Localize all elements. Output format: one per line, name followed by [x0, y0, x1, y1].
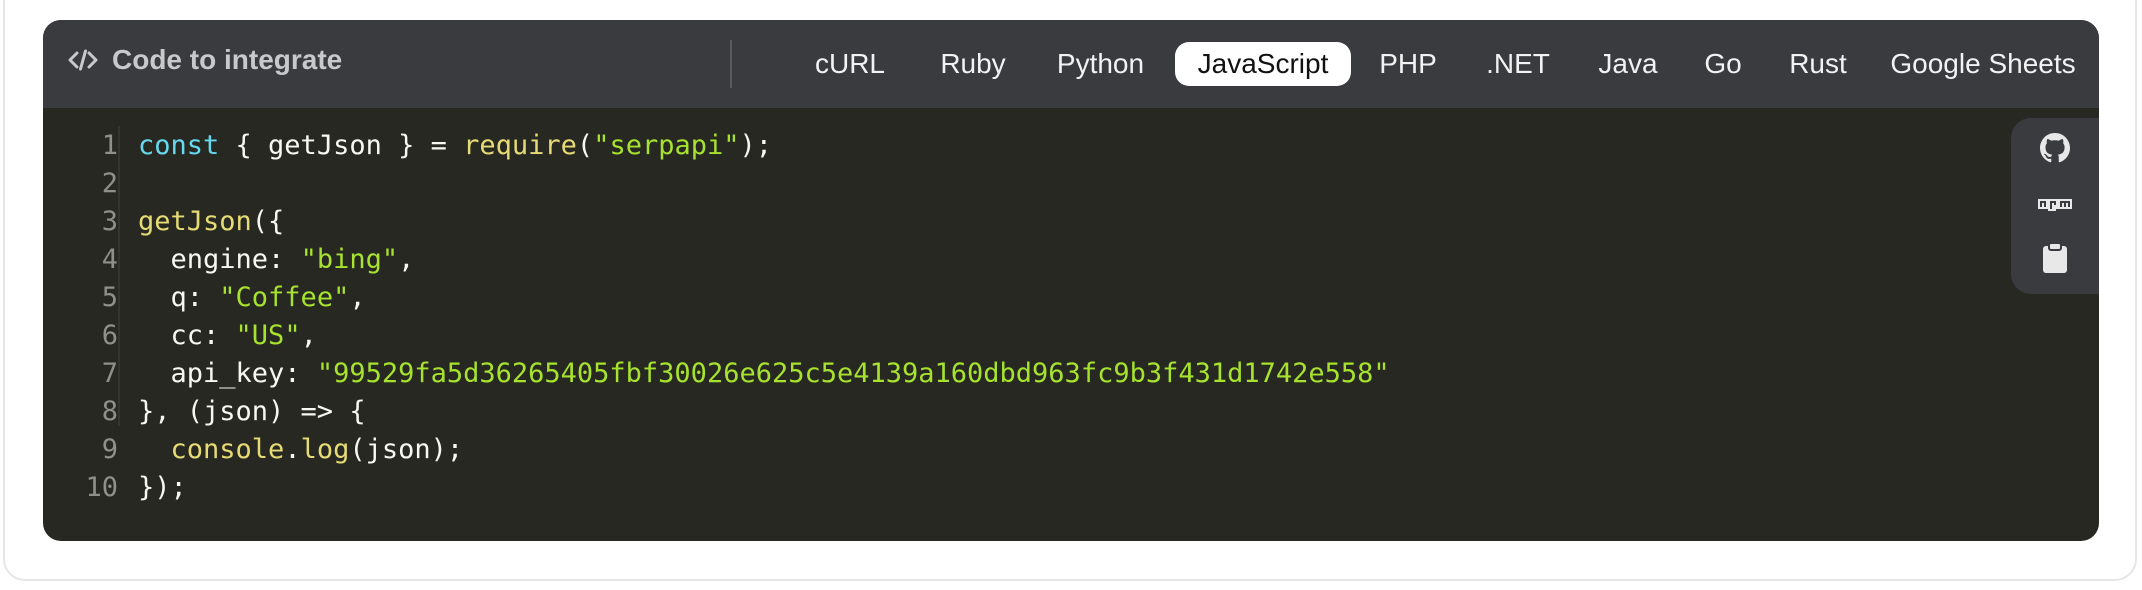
code-token: . — [284, 434, 301, 465]
tab-php[interactable]: PHP — [1368, 42, 1448, 86]
tab-go[interactable]: Go — [1693, 42, 1753, 86]
code-token: getJson — [138, 206, 252, 237]
code-token: { getJson } = — [219, 130, 464, 161]
tab-google-sheets[interactable]: Google Sheets — [1883, 42, 2083, 86]
line-number: 9 — [101, 434, 118, 465]
github-button[interactable] — [2037, 130, 2073, 166]
code-token: api_key: — [138, 358, 317, 389]
line-number: 3 — [101, 206, 118, 237]
line-number: 8 — [101, 396, 118, 427]
code-token: "serpapi" — [593, 130, 740, 161]
code-token: }); — [138, 472, 187, 503]
line-number: 10 — [85, 472, 118, 503]
code-token: q: — [138, 282, 220, 313]
code-token: , — [349, 282, 366, 313]
code-header: Code to integrate cURL Ruby Python JavaS… — [43, 20, 2099, 108]
line-number: 7 — [101, 358, 118, 389]
code-line: const { getJson } = require("serpapi"); — [138, 127, 772, 165]
tab-rust[interactable]: Rust — [1778, 42, 1858, 86]
code-token: engine: — [138, 244, 301, 275]
code-token: }, (json) => { — [138, 396, 366, 427]
code-token: "US" — [235, 320, 301, 351]
code-panel: Code to integrate cURL Ruby Python JavaS… — [43, 20, 2099, 541]
code-token: "Coffee" — [219, 282, 350, 313]
code-token: , — [300, 320, 317, 351]
code-token: ( — [576, 130, 594, 161]
code-token: ({ — [251, 206, 285, 237]
tab-dotnet[interactable]: .NET — [1473, 42, 1563, 86]
npm-button[interactable] — [2037, 188, 2073, 224]
code-token: "99529fa5d36265405fbf30026e625c5e4139a16… — [316, 358, 1390, 389]
code-token: cc: — [138, 320, 236, 351]
line-number-gutter: 1 2 3 4 5 6 7 8 9 10 — [43, 108, 118, 541]
tab-java[interactable]: Java — [1588, 42, 1668, 86]
line-number: 5 — [101, 282, 118, 313]
code-line: cc: "US", — [138, 317, 317, 355]
code-line: q: "Coffee", — [138, 279, 366, 317]
line-number: 1 — [101, 130, 118, 161]
code-editor[interactable]: 1 2 3 4 5 6 7 8 9 10 const { getJson } =… — [43, 108, 2099, 541]
code-line: console.log(json); — [138, 431, 464, 469]
code-line: }, (json) => { — [138, 393, 366, 431]
code-token: const — [138, 130, 220, 161]
code-line: engine: "bing", — [138, 241, 415, 279]
code-tools-panel — [2011, 118, 2099, 294]
language-tabs: cURL Ruby Python JavaScript PHP .NET Jav… — [43, 20, 2099, 108]
github-icon — [2040, 133, 2070, 163]
code-token: log — [300, 434, 350, 465]
tab-javascript[interactable]: JavaScript — [1175, 42, 1351, 86]
line-number: 6 — [101, 320, 118, 351]
clipboard-icon — [2042, 242, 2068, 274]
tab-curl[interactable]: cURL — [795, 42, 905, 86]
code-token: (json); — [349, 434, 464, 465]
code-line: }); — [138, 469, 187, 507]
code-token: require — [463, 130, 577, 161]
code-token: , — [398, 244, 415, 275]
code-token: "bing" — [300, 244, 399, 275]
code-token: ); — [739, 130, 773, 161]
code-line: getJson({ — [138, 203, 284, 241]
copy-button[interactable] — [2037, 240, 2073, 276]
line-number: 2 — [101, 168, 118, 199]
code-line: api_key: "99529fa5d36265405fbf30026e625c… — [138, 355, 1390, 393]
tab-ruby[interactable]: Ruby — [923, 42, 1023, 86]
gutter-separator — [118, 126, 120, 426]
line-number: 4 — [101, 244, 118, 275]
tab-python[interactable]: Python — [1043, 42, 1158, 86]
code-token: console — [170, 434, 285, 465]
npm-icon — [2038, 199, 2072, 213]
